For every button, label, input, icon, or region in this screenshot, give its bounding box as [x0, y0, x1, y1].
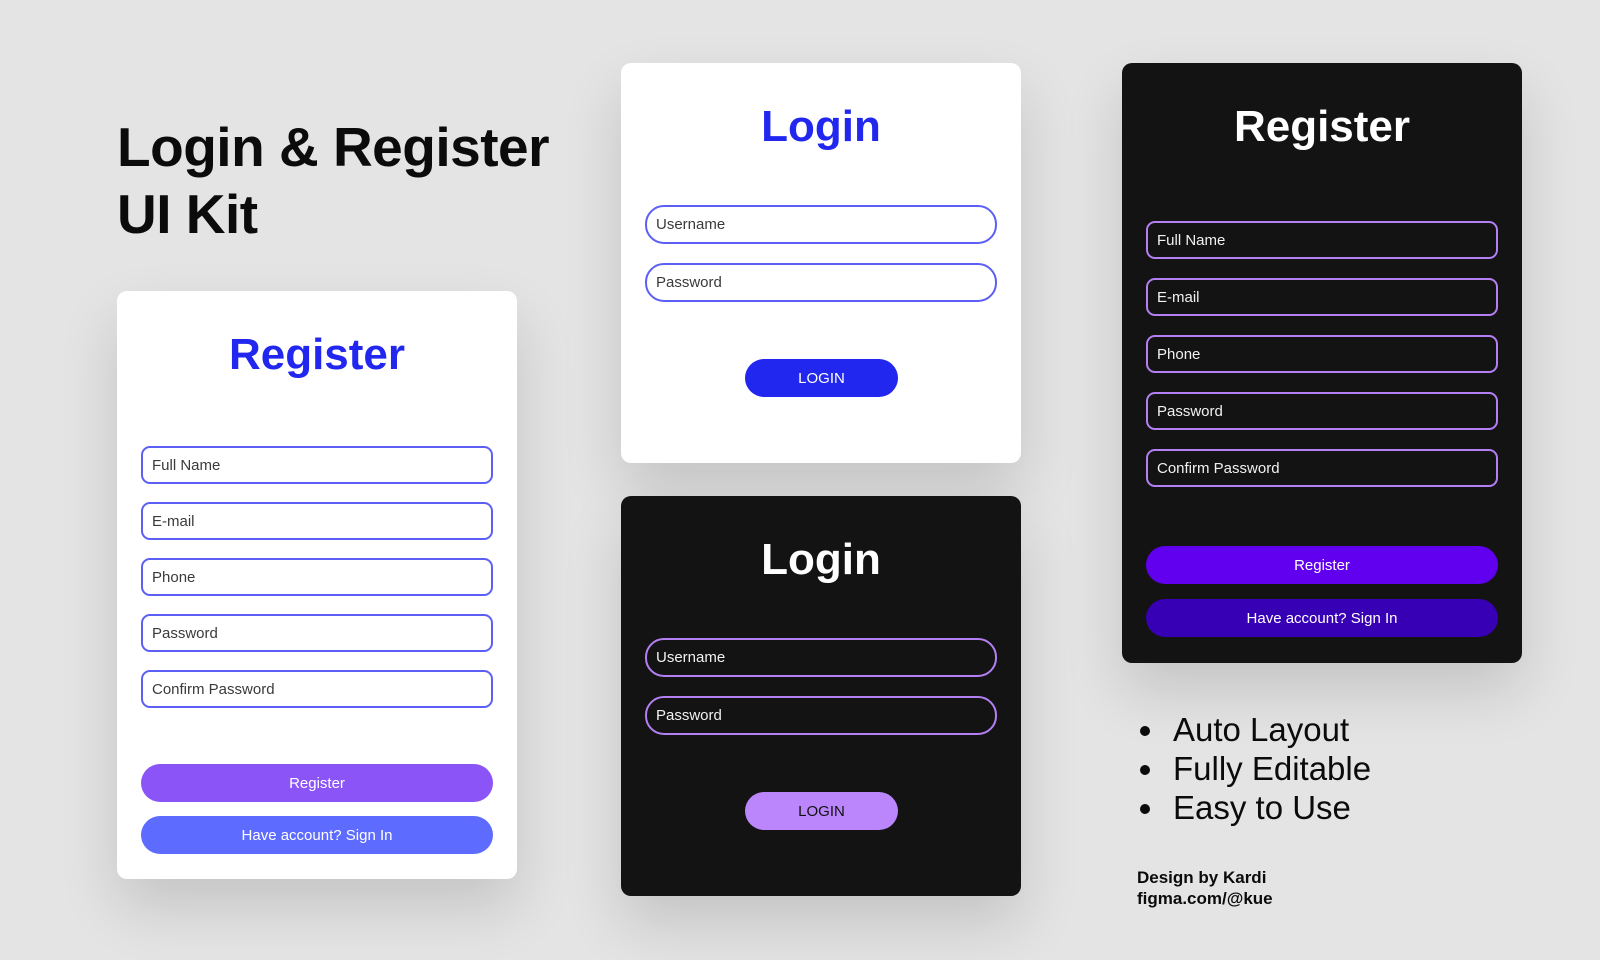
- password-field[interactable]: [1146, 392, 1498, 430]
- register-title: Register: [228, 330, 406, 379]
- feature-list: Auto Layout Fully Editable Easy to Use: [1143, 710, 1371, 827]
- full-name-field[interactable]: [141, 446, 493, 484]
- login-button[interactable]: LOGIN: [745, 792, 898, 830]
- hero-title-line-1: Login & Register: [117, 116, 550, 178]
- register-card-light: Register Register Have account? Sign In: [117, 291, 517, 879]
- credit: Design by Kardi figma.com/@kue: [1137, 867, 1273, 909]
- feature-item-fully-editable: Fully Editable: [1167, 749, 1371, 788]
- phone-field[interactable]: [141, 558, 493, 596]
- login-button[interactable]: LOGIN: [745, 359, 898, 397]
- email-field[interactable]: [141, 502, 493, 540]
- credit-link: figma.com/@kue: [1137, 889, 1273, 908]
- password-field[interactable]: [645, 696, 997, 735]
- confirm-password-field[interactable]: [141, 670, 493, 708]
- phone-field[interactable]: [1146, 335, 1498, 373]
- hero-title-line-2: UI Kit: [117, 183, 258, 245]
- login-title: Login: [761, 535, 881, 584]
- register-button[interactable]: Register: [1146, 546, 1498, 584]
- full-name-field[interactable]: [1146, 221, 1498, 259]
- password-field[interactable]: [645, 263, 997, 302]
- password-field[interactable]: [141, 614, 493, 652]
- login-card-dark: Login LOGIN: [621, 496, 1021, 896]
- sign-in-button[interactable]: Have account? Sign In: [141, 816, 493, 854]
- register-button[interactable]: Register: [141, 764, 493, 802]
- hero-title: Login & Register UI Kit: [117, 114, 550, 248]
- register-card-dark: Register Register Have account? Sign In: [1122, 63, 1522, 663]
- feature-item-auto-layout: Auto Layout: [1167, 710, 1371, 749]
- register-title: Register: [1233, 102, 1411, 151]
- credit-designer: Design by Kardi: [1137, 868, 1267, 887]
- username-field[interactable]: [645, 205, 997, 244]
- feature-item-easy-to-use: Easy to Use: [1167, 788, 1371, 827]
- login-title: Login: [761, 102, 881, 151]
- username-field[interactable]: [645, 638, 997, 677]
- email-field[interactable]: [1146, 278, 1498, 316]
- login-card-light: Login LOGIN: [621, 63, 1021, 463]
- confirm-password-field[interactable]: [1146, 449, 1498, 487]
- sign-in-button[interactable]: Have account? Sign In: [1146, 599, 1498, 637]
